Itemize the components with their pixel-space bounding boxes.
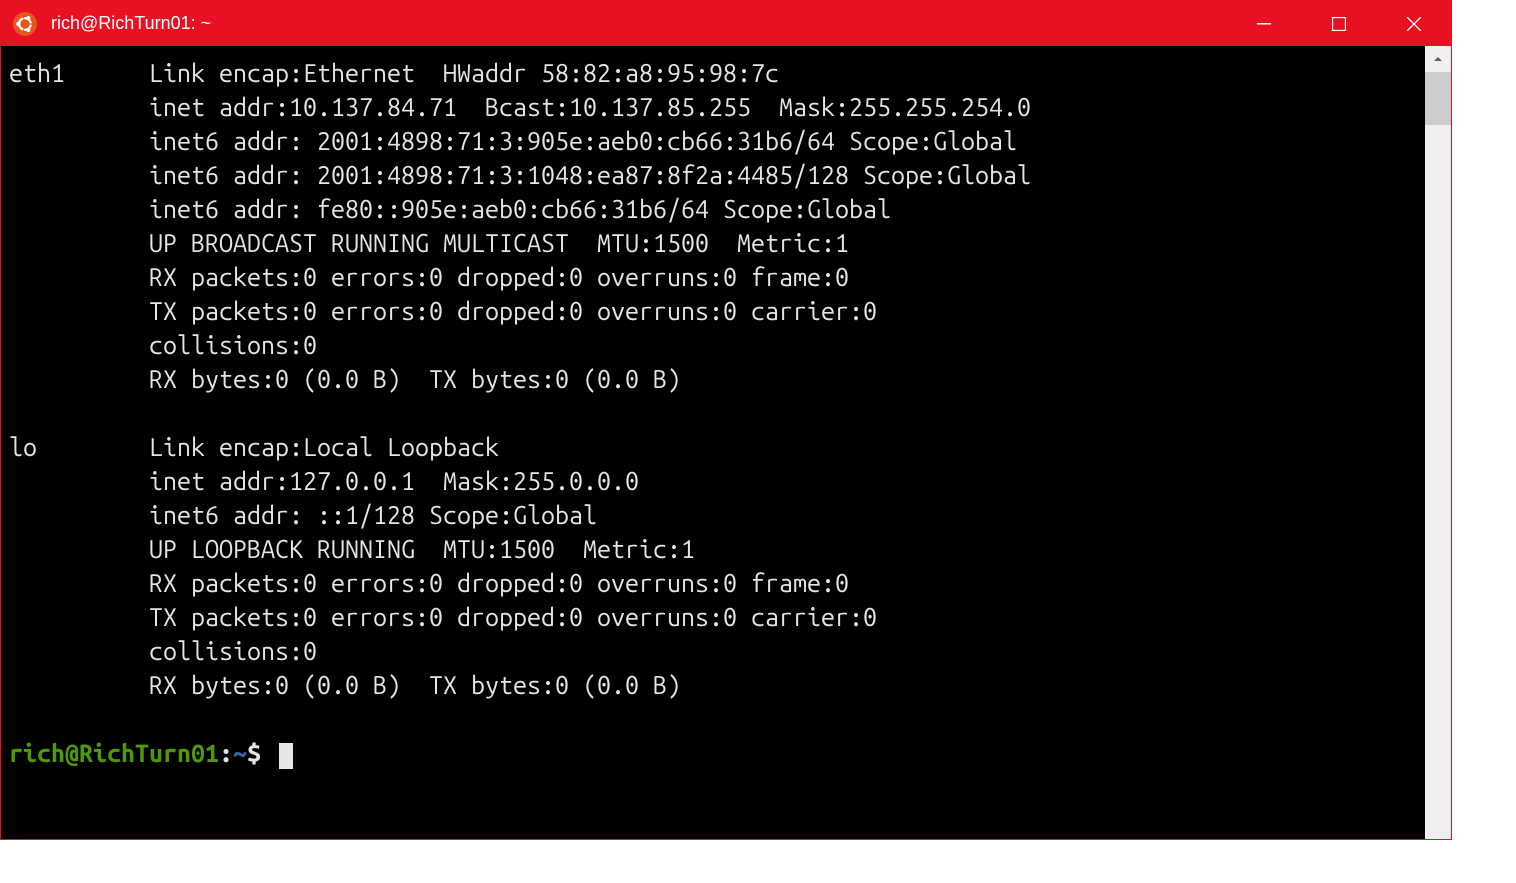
close-button[interactable] [1376,1,1451,46]
terminal-body: eth1 Link encap:Ethernet HWaddr 58:82:a8… [1,46,1451,839]
terminal-window: rich@RichTurn01: ~ eth1 Link [0,0,1452,840]
prompt-colon: : [219,739,233,767]
maximize-icon [1332,17,1346,31]
terminal-cursor [279,743,293,769]
prompt-user-host: rich@RichTurn01 [9,739,219,767]
scrollbar-up-button[interactable] [1425,46,1451,72]
maximize-button[interactable] [1301,1,1376,46]
scrollbar-thumb[interactable] [1425,72,1451,125]
minimize-icon [1257,17,1271,31]
terminal-content[interactable]: eth1 Link encap:Ethernet HWaddr 58:82:a8… [1,46,1425,839]
ubuntu-icon [13,12,37,36]
window-title: rich@RichTurn01: ~ [51,13,211,34]
minimize-button[interactable] [1226,1,1301,46]
close-icon [1407,17,1421,31]
prompt-dollar: $ [247,739,275,767]
chevron-up-icon [1433,54,1443,64]
window-titlebar[interactable]: rich@RichTurn01: ~ [1,1,1451,46]
titlebar-left: rich@RichTurn01: ~ [1,12,1226,36]
terminal-output: eth1 Link encap:Ethernet HWaddr 58:82:a8… [9,59,1031,699]
scrollbar-track[interactable] [1425,72,1451,839]
vertical-scrollbar[interactable] [1425,46,1451,839]
window-controls [1226,1,1451,46]
prompt-path: ~ [233,739,247,767]
